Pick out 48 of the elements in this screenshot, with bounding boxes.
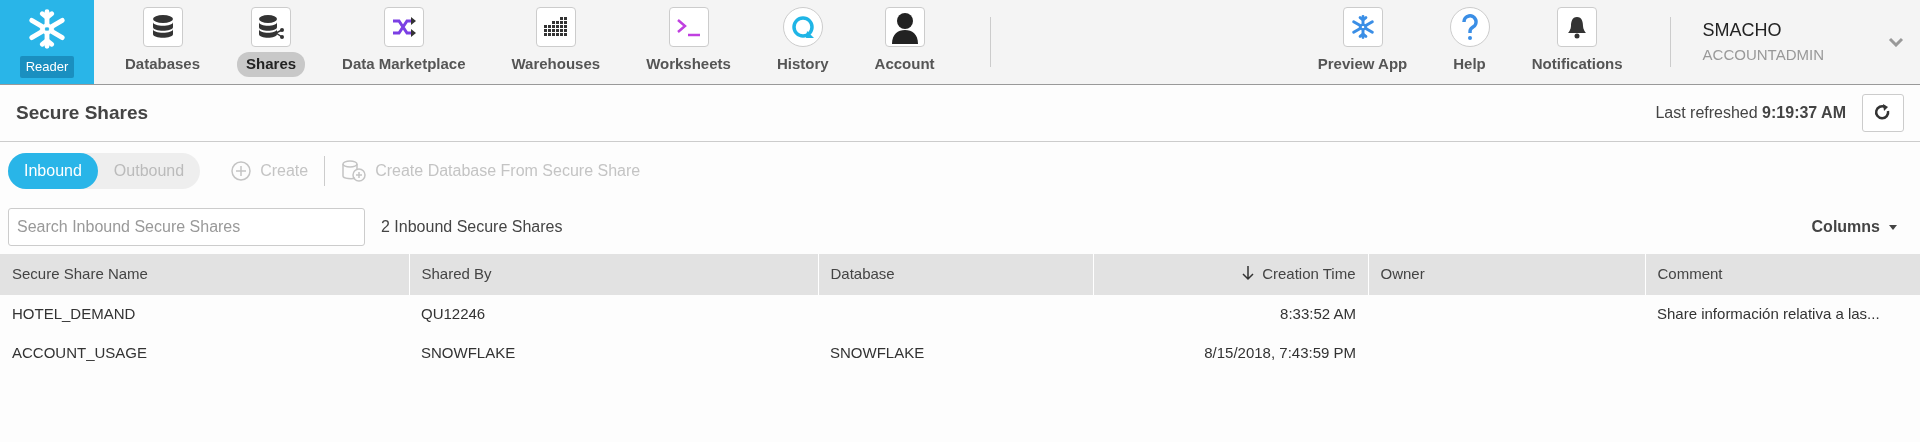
- table-cell: QU12246: [421, 305, 486, 323]
- search-field[interactable]: Search Inbound Secure Shares: [8, 208, 365, 246]
- toolbar-button: Create Database From Secure Share: [335, 158, 647, 184]
- result-count: 2 Inbound Secure Shares: [381, 217, 563, 237]
- nav-tab[interactable]: Worksheets: [637, 52, 740, 77]
- table-cell: HOTEL_DEMAND: [12, 305, 136, 323]
- database-plus-icon: [341, 160, 368, 182]
- column-header[interactable]: Comment: [1645, 254, 1920, 295]
- column-header[interactable]: Database: [818, 254, 1093, 295]
- nav-link[interactable]: Notifications: [1522, 52, 1632, 77]
- nav-tab[interactable]: History: [767, 52, 838, 77]
- plus-circle-icon: [230, 160, 253, 182]
- table-cell: 8:33:52 AM: [1280, 305, 1356, 323]
- database-icon[interactable]: [142, 7, 183, 48]
- toolbar-button: Create: [224, 158, 315, 184]
- table-cell: SNOWFLAKE: [421, 344, 516, 362]
- user-role: ACCOUNTADMIN: [1702, 45, 1824, 66]
- nav-tab[interactable]: Account: [865, 52, 944, 77]
- column-header[interactable]: Creation Time: [1093, 254, 1368, 295]
- nav-tab[interactable]: Warehouses: [502, 52, 610, 77]
- nav-tab[interactable]: Data Marketplace: [333, 52, 475, 77]
- role-badge: Reader: [19, 56, 75, 78]
- table-cell: SNOWFLAKE: [830, 344, 925, 362]
- table-cell: ACCOUNT_USAGE: [12, 344, 148, 362]
- refresh-button[interactable]: [1862, 94, 1904, 132]
- nav-tab[interactable]: Shares: [237, 52, 306, 77]
- nav-tab[interactable]: Databases: [116, 52, 210, 77]
- table-cell: Share información relativa a las...: [1657, 305, 1880, 323]
- column-header[interactable]: Owner: [1368, 254, 1645, 295]
- grid-icon[interactable]: [535, 7, 576, 48]
- page-title: Secure Shares: [16, 100, 149, 125]
- user-name: SMACHO: [1702, 19, 1783, 43]
- bell-icon[interactable]: [1557, 7, 1598, 48]
- terminal-icon[interactable]: [668, 7, 709, 48]
- person-icon[interactable]: [884, 7, 925, 48]
- nav-link[interactable]: Preview App: [1308, 52, 1417, 77]
- chevron-down-icon[interactable]: [1888, 37, 1904, 47]
- shuffle-icon[interactable]: [383, 7, 424, 48]
- sort-arrow-icon: [1242, 265, 1255, 283]
- column-header[interactable]: Secure Share Name: [0, 254, 409, 295]
- table-cell: 8/15/2018, 7:43:59 PM: [1204, 344, 1356, 362]
- last-refreshed-text: Last refreshed 9:19:37 AM: [1655, 103, 1846, 123]
- database-share-icon[interactable]: [251, 7, 292, 48]
- caret-down-icon: [1888, 223, 1898, 231]
- column-header[interactable]: Shared By: [409, 254, 818, 295]
- columns-button[interactable]: Columns: [1805, 214, 1904, 240]
- snowflake-icon[interactable]: [1342, 7, 1383, 48]
- nav-link[interactable]: Help: [1444, 52, 1495, 77]
